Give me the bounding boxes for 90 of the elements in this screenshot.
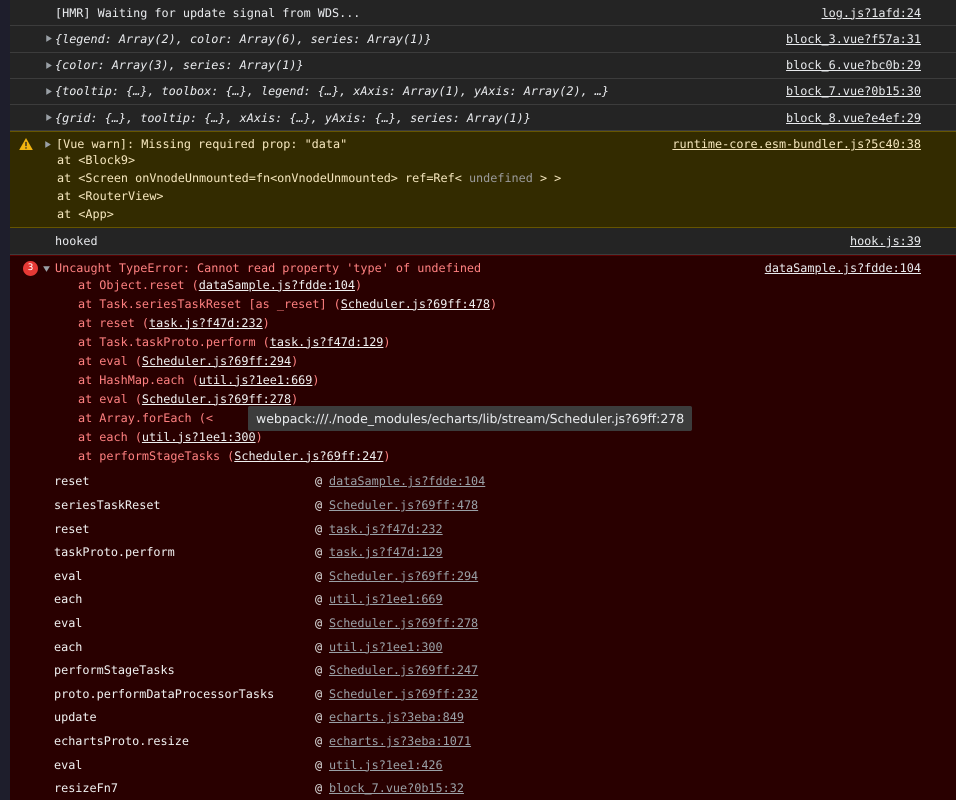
warning-icon [19, 138, 33, 150]
object-preview[interactable]: {tooltip: {…}, toolbox: {…}, legend: {…}, xAxis: Array(1), yAxis: Array(2), …} [55, 84, 786, 98]
at-sign: @ [315, 568, 324, 583]
stack-link[interactable]: Scheduler.js?69ff:278 [142, 392, 292, 406]
expand-triangle-icon[interactable] [44, 60, 53, 70]
frame-source-link[interactable]: Scheduler.js?69ff:247 [329, 663, 478, 678]
stack-link[interactable]: task.js?f47d:129 [270, 334, 384, 349]
frame-source-link[interactable]: echarts.js?3eba:849 [329, 710, 464, 724]
source-link[interactable]: hook.js:39 [850, 234, 921, 248]
object-preview[interactable]: {color: Array(3), series: Array(1)} [55, 58, 786, 72]
stack-trace-line: at HashMap.each (util.js?1ee1:669) [78, 372, 320, 389]
stack-trace-line: at performStageTasks (Scheduler.js?69ff:247) [78, 448, 391, 465]
stack-link[interactable]: dataSample.js?fdde:104 [198, 278, 356, 292]
expand-triangle-icon[interactable] [44, 86, 53, 96]
expand-triangle-icon[interactable] [43, 140, 52, 149]
stack-trace-line: at Task.seriesTaskReset [as _reset] (Scheduler.js?69ff:478) [78, 296, 498, 313]
source-link[interactable]: block_8.vue?e4ef:29 [786, 110, 921, 125]
function-name: echartsProto.resize [54, 734, 190, 748]
stack-trace-line: at eval (Scheduler.js?69ff:278) [78, 390, 298, 408]
at-sign: @ [315, 592, 324, 606]
at-sign: @ [315, 686, 324, 701]
error-message: Uncaught TypeError: Cannot read property 'type' of undefined [55, 261, 482, 276]
frame-source-link[interactable]: Scheduler.js?69ff:294 [329, 568, 478, 583]
source-link[interactable]: block_7.vue?0b15:30 [786, 84, 921, 98]
at-sign: @ [315, 640, 324, 654]
stack-link[interactable]: util.js?1ee1:300 [142, 430, 256, 444]
function-name: resizeFn7 [54, 781, 119, 796]
source-link[interactable]: block_3.vue?f57a:31 [786, 32, 921, 46]
error-count-badge: 3 [23, 260, 38, 276]
function-name: eval [54, 616, 84, 630]
stack-link[interactable]: Scheduler.js?69ff:294 [142, 354, 292, 368]
tooltip: webpack:///./node_modules/echarts/lib/stream/Scheduler.js?69ff:278 [248, 406, 692, 431]
expand-triangle-icon[interactable] [44, 34, 53, 44]
frame-source-link[interactable]: util.js?1ee1:669 [329, 592, 443, 606]
at-sign: @ [315, 781, 324, 796]
at-sign: @ [315, 616, 324, 630]
source-link[interactable]: log.js?1afd:24 [822, 6, 921, 20]
stack-trace-line: at eval (Scheduler.js?69ff:294) [78, 352, 298, 370]
at-sign: @ [315, 474, 324, 488]
frame-source-link[interactable]: Scheduler.js?69ff:478 [329, 498, 478, 512]
expand-triangle-icon[interactable] [44, 113, 53, 122]
object-preview[interactable]: {grid: {…}, tooltip: {…}, xAxis: {…}, yAxis: {…}, series: Array(1)} [55, 110, 786, 125]
log-message: [HMR] Waiting for update signal from WDS... [55, 6, 362, 20]
stack-link[interactable]: task.js?f47d:232 [149, 316, 263, 330]
stack-link[interactable]: Scheduler.js?69ff:247 [234, 448, 384, 463]
warning-message: [Vue warn]: Missing required prop: "data" [56, 137, 348, 152]
frame-source-link[interactable]: dataSample.js?fdde:104 [329, 474, 486, 488]
frame-source-link[interactable]: util.js?1ee1:426 [329, 758, 443, 772]
frame-source-link[interactable]: task.js?f47d:129 [329, 545, 443, 560]
component-trace-line: at <App> [57, 206, 114, 224]
source-link[interactable]: dataSample.js?fdde:104 [764, 261, 921, 276]
frame-source-link[interactable]: task.js?f47d:232 [329, 522, 443, 536]
stack-link[interactable]: util.js?1ee1:669 [198, 372, 312, 387]
stack-trace-line: at reset (task.js?f47d:232) [78, 314, 270, 332]
function-name: each [54, 640, 84, 654]
at-sign: @ [315, 710, 324, 724]
frame-source-link[interactable]: util.js?1ee1:300 [329, 640, 443, 654]
stack-trace-line: at Array.forEach (< [78, 410, 213, 427]
function-name: taskProto.perform [54, 545, 176, 560]
at-sign: @ [315, 498, 324, 512]
function-name: eval [54, 568, 84, 583]
at-sign: @ [315, 545, 324, 560]
object-preview[interactable]: {legend: Array(2), color: Array(6), series: Array(1)} [55, 32, 786, 46]
function-name: each [54, 592, 84, 606]
stack-link[interactable]: Scheduler.js?69ff:478 [340, 296, 490, 311]
component-trace-line: at <Block9> [57, 152, 136, 170]
log-message: hooked [55, 234, 99, 248]
frame-source-link[interactable]: block_7.vue?0b15:32 [329, 781, 464, 796]
frame-source-link[interactable]: Scheduler.js?69ff:232 [329, 686, 478, 701]
frame-source-link[interactable]: echarts.js?3eba:1071 [329, 734, 472, 748]
source-link[interactable]: block_6.vue?bc0b:29 [786, 58, 921, 72]
stack-trace-line: at Task.taskProto.perform (task.js?f47d:129) [78, 334, 391, 351]
component-trace-line: at <Screen onVnodeUnmounted=fn<onVnodeUnmounted> ref=Ref< undefined > > [57, 170, 562, 188]
at-sign: @ [315, 758, 324, 772]
function-name: performStageTasks [54, 663, 176, 678]
stack-trace-line: at each (util.js?1ee1:300) [78, 428, 263, 446]
component-trace-line: at <RouterView> [57, 188, 164, 206]
function-name: seriesTaskReset [54, 498, 162, 512]
stack-trace-line: at Object.reset (dataSample.js?fdde:104) [78, 276, 362, 294]
function-name: reset [54, 474, 91, 488]
source-link[interactable]: runtime-core.esm-bundler.js?5c40:38 [672, 137, 921, 152]
at-sign: @ [315, 663, 324, 678]
function-name: reset [54, 522, 91, 536]
function-name: eval [54, 758, 84, 772]
expand-triangle-icon[interactable] [42, 264, 51, 273]
function-name: update [54, 710, 98, 724]
function-name: proto.performDataProcessorTasks [54, 686, 276, 701]
at-sign: @ [315, 522, 324, 536]
frame-source-link[interactable]: Scheduler.js?69ff:278 [329, 616, 478, 630]
at-sign: @ [315, 734, 324, 748]
